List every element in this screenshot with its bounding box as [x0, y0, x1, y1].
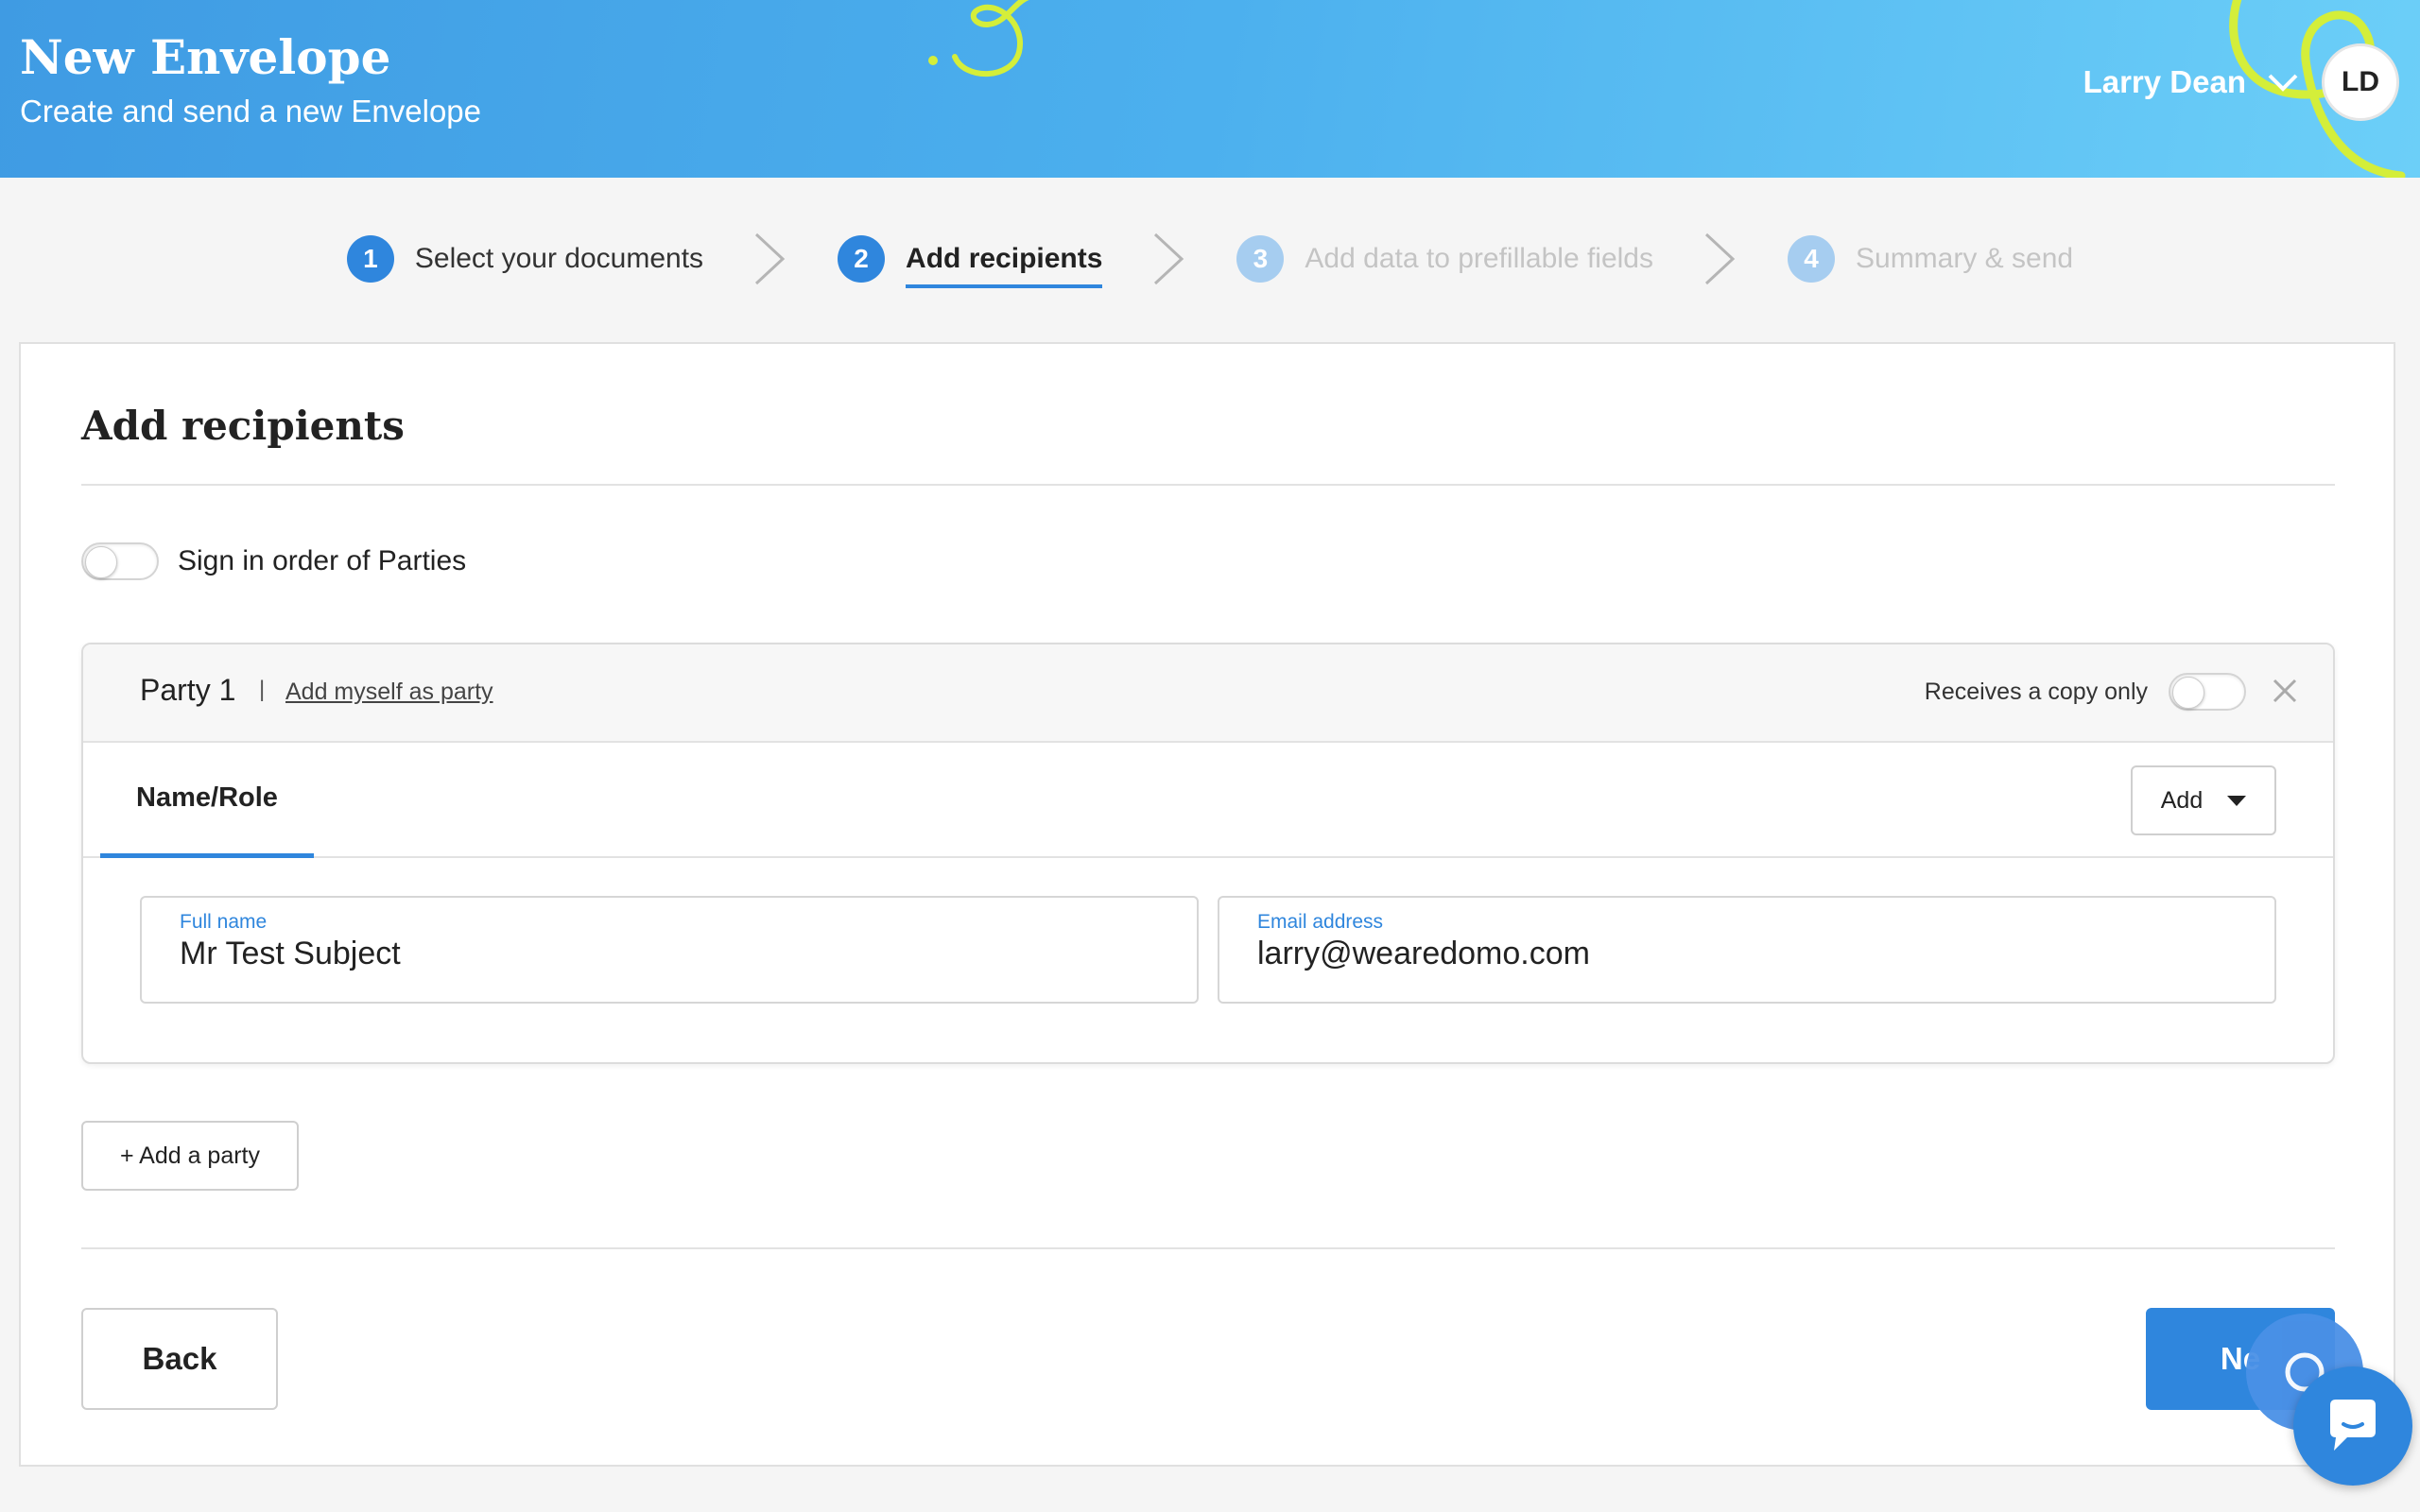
full-name-value[interactable]: Mr Test Subject [180, 936, 401, 972]
decorative-swirl [928, 0, 1029, 77]
chevron-right-icon [1154, 232, 1184, 285]
sign-in-order-row: Sign in order of Parties [81, 542, 466, 580]
step-add-recipients[interactable]: 2 Add recipients [838, 235, 1103, 288]
avatar[interactable]: LD [2322, 43, 2399, 121]
party-panel: Party 1 | Add myself as party Receives a… [81, 643, 2335, 1064]
step-label: Select your documents [414, 243, 704, 274]
divider [81, 484, 2335, 486]
user-menu[interactable]: Larry Dean LD [2083, 43, 2399, 121]
step-summary-send: 4 Summary & send [1788, 235, 2073, 283]
step-number: 1 [346, 235, 394, 283]
page-title: New Envelope [20, 29, 391, 85]
email-label: Email address [1257, 911, 1384, 933]
copy-only-toggle[interactable] [2169, 673, 2246, 711]
step-prefill-fields: 3 Add data to prefillable fields [1236, 235, 1653, 283]
tab-name-role[interactable]: Name/Role [100, 743, 314, 858]
step-label: Summary & send [1856, 243, 2074, 274]
step-number: 4 [1788, 235, 1835, 283]
page-subtitle: Create and send a new Envelope [20, 94, 482, 129]
chat-icon [2330, 1400, 2376, 1451]
sign-in-order-label: Sign in order of Parties [178, 545, 467, 576]
step-label: Add recipients [906, 243, 1103, 288]
back-button[interactable]: Back [81, 1308, 278, 1410]
close-icon[interactable] [2271, 677, 2299, 705]
recipients-card: Add recipients Sign in order of Parties … [19, 342, 2395, 1467]
add-myself-link[interactable]: Add myself as party [285, 679, 493, 706]
chevron-right-icon [1704, 232, 1736, 285]
progress-stepper: 1 Select your documents 2 Add recipients… [0, 178, 2420, 340]
copy-only-label: Receives a copy only [1924, 678, 2148, 705]
sign-in-order-toggle[interactable] [81, 542, 159, 580]
add-dropdown-label: Add [2160, 786, 2204, 814]
step-select-documents[interactable]: 1 Select your documents [346, 235, 704, 283]
divider [81, 1247, 2335, 1249]
chevron-down-icon[interactable] [2267, 71, 2299, 94]
party-title: Party 1 [140, 673, 236, 707]
step-label: Add data to prefillable fields [1305, 243, 1653, 274]
email-field[interactable]: Email address larry@wearedomo.com [1218, 896, 2276, 1004]
email-value[interactable]: larry@wearedomo.com [1257, 936, 1590, 972]
section-title: Add recipients [81, 403, 405, 449]
separator: | [259, 677, 266, 702]
copy-only-row: Receives a copy only [1925, 673, 2246, 711]
add-dropdown[interactable]: Add [2131, 765, 2276, 835]
step-number: 3 [1236, 235, 1285, 283]
party-header: Party 1 | Add myself as party Receives a… [83, 644, 2333, 743]
party-tabs: Name/Role Add [83, 743, 2333, 858]
chat-launcher[interactable] [2293, 1366, 2412, 1486]
add-party-button[interactable]: + Add a party [81, 1121, 299, 1191]
step-number: 2 [838, 235, 886, 283]
chevron-right-icon [755, 232, 786, 285]
caret-down-icon [2227, 795, 2247, 806]
user-name[interactable]: Larry Dean [2083, 64, 2246, 100]
full-name-label: Full name [180, 911, 268, 933]
app-header: New Envelope Create and send a new Envel… [0, 0, 2420, 178]
full-name-field[interactable]: Full name Mr Test Subject [140, 896, 1199, 1004]
